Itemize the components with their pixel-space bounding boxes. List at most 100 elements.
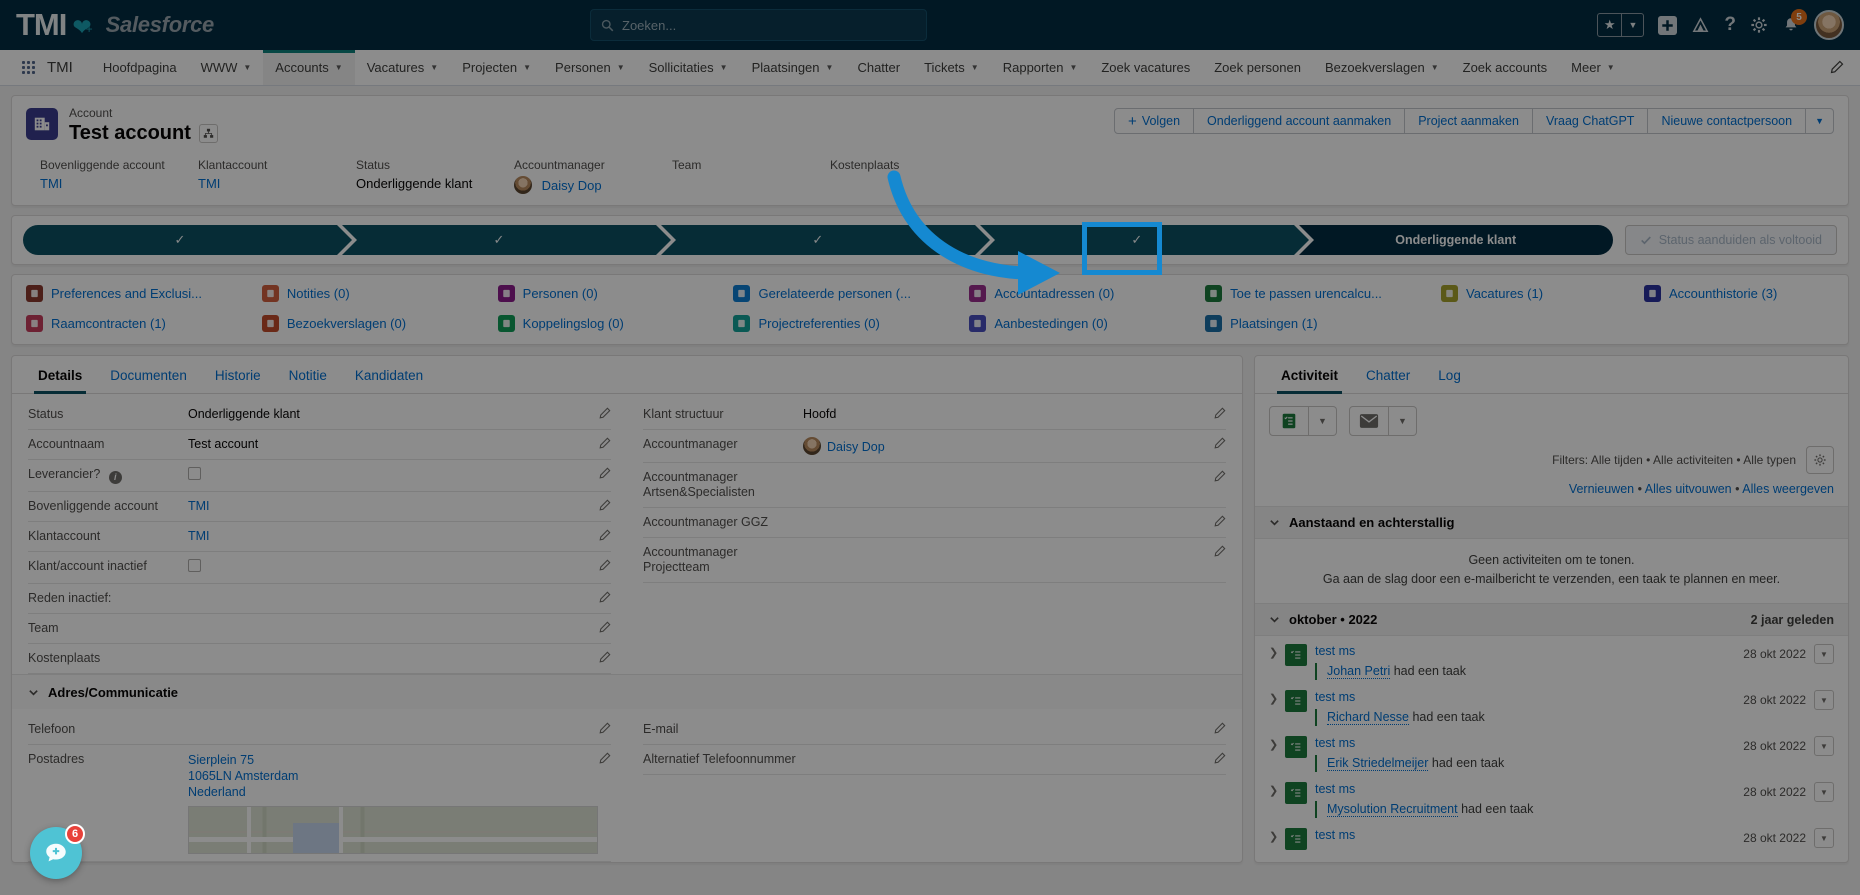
address-line[interactable]: 1065LN Amsterdam xyxy=(188,768,598,784)
show-all-link[interactable]: Alles weergeven xyxy=(1742,482,1834,496)
quick-link-accountadressen-0-[interactable]: Accountadressen (0) xyxy=(969,285,1197,302)
edit-pencil-icon[interactable] xyxy=(598,559,611,572)
help-icon[interactable]: ? xyxy=(1724,14,1736,36)
star-icon[interactable]: ★ xyxy=(1598,14,1622,36)
chevron-down-icon[interactable]: ▼ xyxy=(335,63,343,72)
quick-link-notities-0-[interactable]: Notities (0) xyxy=(261,285,490,302)
tab-documenten[interactable]: Documenten xyxy=(96,356,201,393)
chevron-down-icon[interactable]: ▼ xyxy=(243,63,251,72)
notifications-icon[interactable]: 5 xyxy=(1782,9,1807,34)
nav-item-rapporten[interactable]: Rapporten ▼ xyxy=(991,50,1090,85)
new-task-button[interactable] xyxy=(1269,406,1309,436)
quick-link-aanbestedingen-0-[interactable]: Aanbestedingen (0) xyxy=(969,315,1197,332)
nav-item-zoek-vacatures[interactable]: Zoek vacatures xyxy=(1089,50,1202,85)
quick-link-accounthistorie-3-[interactable]: Accounthistorie (3) xyxy=(1643,285,1834,302)
timeline-item-menu[interactable]: ▼ xyxy=(1814,644,1834,664)
chat-widget-button[interactable]: 6 xyxy=(30,824,85,879)
timeline-person-link[interactable]: Johan Petri xyxy=(1327,664,1391,679)
chevron-right-icon[interactable]: ❯ xyxy=(1269,828,1283,843)
quick-link-preferences-and-exclusi-[interactable]: Preferences and Exclusi... xyxy=(26,285,254,302)
timeline-title-link[interactable]: test ms xyxy=(1315,644,1355,658)
app-launcher-icon[interactable] xyxy=(1691,16,1710,35)
edit-pencil-icon[interactable] xyxy=(1213,407,1226,420)
highlight-field-link[interactable]: TMI xyxy=(40,176,62,191)
edit-pencil-icon[interactable] xyxy=(1213,752,1226,765)
timeline-title-link[interactable]: test ms xyxy=(1315,690,1355,704)
nav-item-personen[interactable]: Personen ▼ xyxy=(543,50,637,85)
edit-pencil-icon[interactable] xyxy=(598,437,611,450)
record-button-vraag-chatgpt[interactable]: Vraag ChatGPT xyxy=(1531,108,1649,134)
global-search-input[interactable]: Zoeken... xyxy=(590,9,927,41)
timeline-person-link[interactable]: Richard Nesse xyxy=(1327,710,1409,725)
nav-item-zoek-accounts[interactable]: Zoek accounts xyxy=(1451,50,1560,85)
activity-settings-gear-icon[interactable] xyxy=(1806,446,1834,474)
nav-item-projecten[interactable]: Projecten ▼ xyxy=(450,50,543,85)
timeline-item-menu[interactable]: ▼ xyxy=(1814,828,1834,848)
info-icon[interactable]: i xyxy=(108,471,122,484)
checkbox[interactable] xyxy=(188,559,201,572)
timeline-person-link[interactable]: Mysolution Recruitment xyxy=(1327,802,1458,817)
quick-link-koppelingslog-0-[interactable]: Koppelingslog (0) xyxy=(497,315,726,332)
edit-pencil-icon[interactable] xyxy=(598,752,611,765)
timeline-item-menu[interactable]: ▼ xyxy=(1814,736,1834,756)
expand-all-link[interactable]: Alles uitvouwen xyxy=(1645,482,1732,496)
new-email-button[interactable] xyxy=(1349,406,1389,436)
quick-link-personen-0-[interactable]: Personen (0) xyxy=(497,285,726,302)
timeline-title-link[interactable]: test ms xyxy=(1315,782,1355,796)
upcoming-group-header[interactable]: Aanstaand en achterstallig xyxy=(1255,506,1848,539)
highlight-field-link[interactable]: Daisy Dop xyxy=(542,178,602,193)
edit-pencil-icon[interactable] xyxy=(598,499,611,512)
chevron-right-icon[interactable]: ❯ xyxy=(1269,644,1283,659)
month-group-header[interactable]: oktober • 2022 2 jaar geleden xyxy=(1255,603,1848,636)
record-button-nieuwe-contactpersoon[interactable]: Nieuwe contactpersoon xyxy=(1647,108,1807,134)
chevron-down-icon[interactable]: ▼ xyxy=(720,63,728,72)
chevron-down-icon[interactable]: ▼ xyxy=(1607,63,1615,72)
quick-link-label[interactable]: Plaatsingen (1) xyxy=(1230,316,1317,331)
quick-link-label[interactable]: Toe te passen urencalcu... xyxy=(1230,286,1382,301)
path-step[interactable]: Onderliggende klant xyxy=(1298,225,1613,255)
tab-notitie[interactable]: Notitie xyxy=(275,356,341,393)
highlight-field-link[interactable]: TMI xyxy=(198,176,220,191)
quick-link-plaatsingen-1-[interactable]: Plaatsingen (1) xyxy=(1205,315,1433,332)
add-icon[interactable] xyxy=(1658,15,1678,35)
tab-log[interactable]: Log xyxy=(1424,356,1475,393)
edit-pencil-icon[interactable] xyxy=(1213,722,1226,735)
path-step[interactable]: ✓ xyxy=(341,225,676,255)
app-launcher-waffle-icon[interactable] xyxy=(10,50,47,85)
refresh-link[interactable]: Vernieuwen xyxy=(1569,482,1634,496)
timeline-item-menu[interactable]: ▼ xyxy=(1814,782,1834,802)
record-button-project-aanmaken[interactable]: Project aanmaken xyxy=(1404,108,1533,134)
edit-pencil-icon[interactable] xyxy=(1213,437,1226,450)
nav-item-chatter[interactable]: Chatter xyxy=(845,50,912,85)
nav-item-hoofdpagina[interactable]: Hoofdpagina xyxy=(91,50,189,85)
gear-icon[interactable] xyxy=(1750,16,1768,34)
path-step[interactable]: ✓ xyxy=(660,225,995,255)
nav-item-meer[interactable]: Meer ▼ xyxy=(1559,50,1627,85)
edit-pencil-icon[interactable] xyxy=(1213,515,1226,528)
chevron-down-icon[interactable]: ▼ xyxy=(826,63,834,72)
nav-item-tickets[interactable]: Tickets ▼ xyxy=(912,50,991,85)
account-hierarchy-icon[interactable] xyxy=(198,124,218,143)
quick-link-label[interactable]: Preferences and Exclusi... xyxy=(51,286,202,301)
edit-nav-pencil-icon[interactable] xyxy=(1813,50,1860,85)
path-step[interactable]: ✓ xyxy=(23,225,357,255)
edit-pencil-icon[interactable] xyxy=(598,722,611,735)
detail-value-link[interactable]: TMI xyxy=(188,499,210,513)
quick-link-raamcontracten-1-[interactable]: Raamcontracten (1) xyxy=(26,315,254,332)
quick-link-bezoekverslagen-0-[interactable]: Bezoekverslagen (0) xyxy=(261,315,490,332)
record-actions-more-dropdown[interactable]: ▼ xyxy=(1805,108,1834,134)
quick-link-gerelateerde-personen-[interactable]: Gerelateerde personen (... xyxy=(733,285,961,302)
nav-item-plaatsingen[interactable]: Plaatsingen ▼ xyxy=(740,50,846,85)
edit-pencil-icon[interactable] xyxy=(598,529,611,542)
edit-pencil-icon[interactable] xyxy=(1213,470,1226,483)
chevron-down-icon[interactable]: ▼ xyxy=(617,63,625,72)
chevron-down-icon[interactable]: ▼ xyxy=(971,63,979,72)
edit-pencil-icon[interactable] xyxy=(1213,545,1226,558)
tab-chatter[interactable]: Chatter xyxy=(1352,356,1424,393)
brand-logo[interactable]: TMI ❤+ Salesforce xyxy=(16,7,214,43)
nav-item-sollicitaties[interactable]: Sollicitaties ▼ xyxy=(637,50,740,85)
edit-pencil-icon[interactable] xyxy=(598,621,611,634)
chevron-down-icon[interactable]: ▼ xyxy=(430,63,438,72)
edit-pencil-icon[interactable] xyxy=(598,467,611,480)
quick-link-projectreferenties-0-[interactable]: Projectreferenties (0) xyxy=(733,315,961,332)
